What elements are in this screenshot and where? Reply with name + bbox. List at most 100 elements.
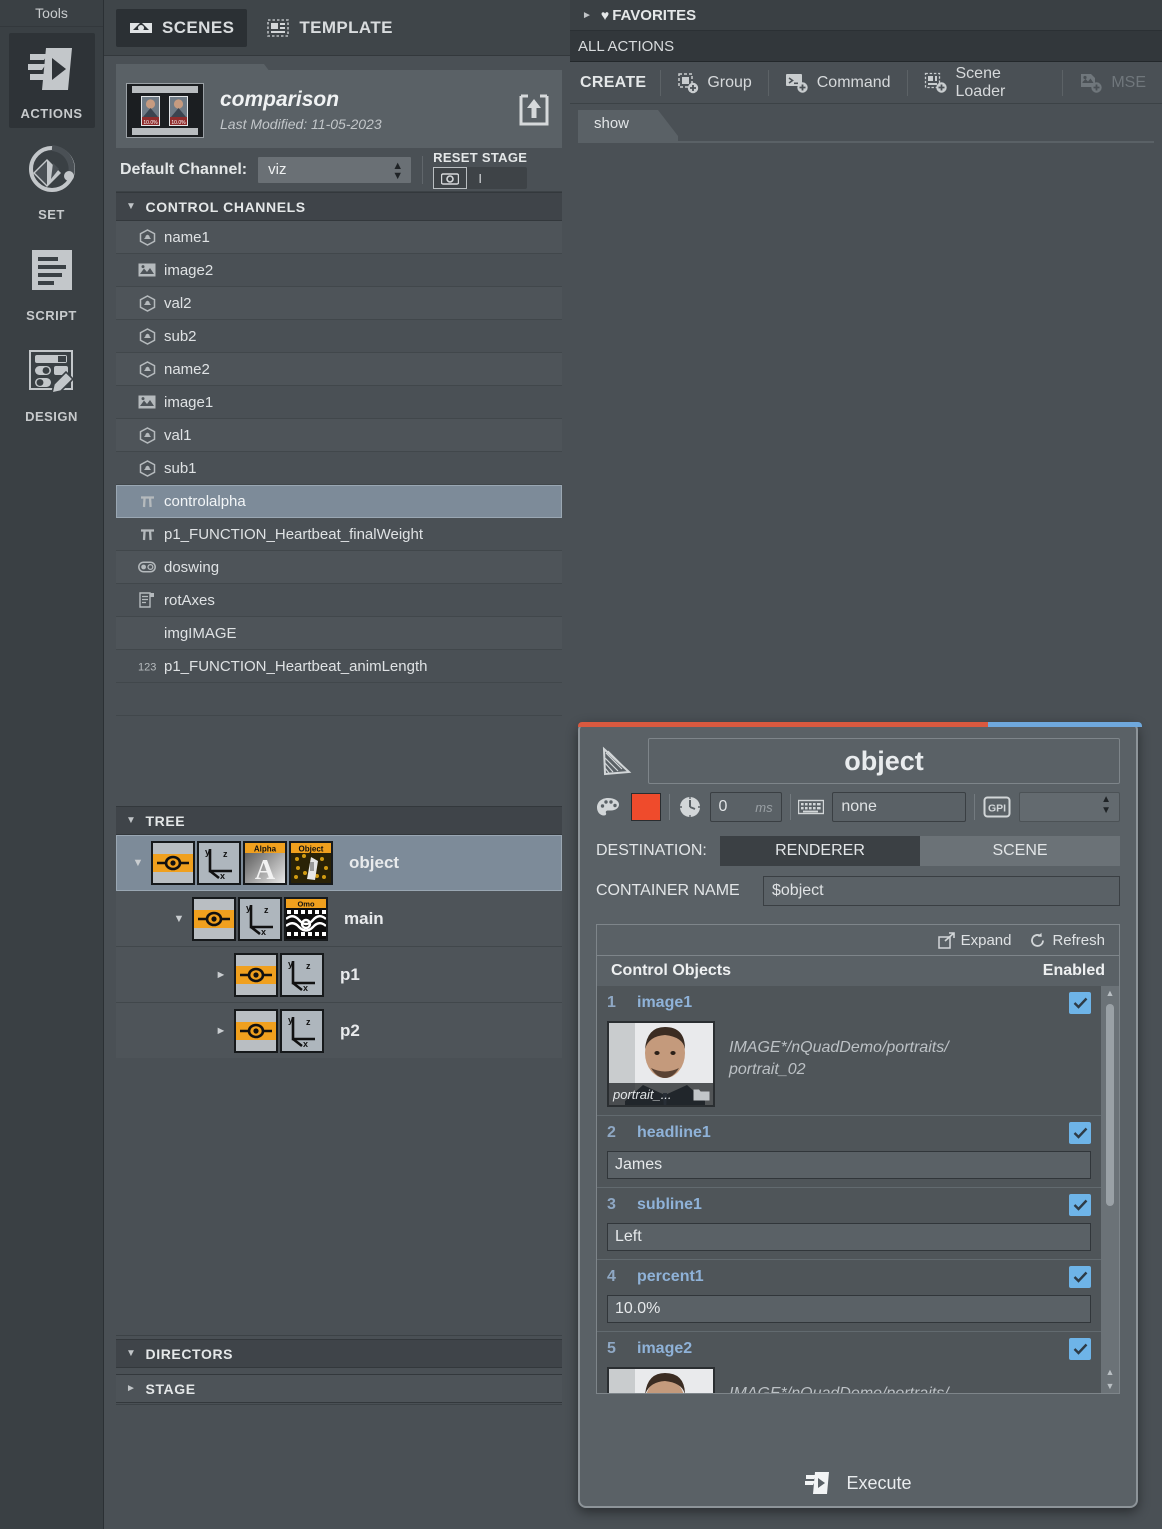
tool-item-script[interactable]: SCRIPT (9, 235, 95, 330)
control-channel-item[interactable]: sub1 (116, 452, 562, 485)
create-scene-loader-button[interactable]: Scene Loader (908, 65, 1063, 101)
object-icon[interactable]: Object (289, 841, 333, 885)
tool-item-script-label: SCRIPT (9, 308, 95, 323)
tool-item-actions[interactable]: ACTIONS (9, 33, 95, 128)
control-object-text-input[interactable]: Left (607, 1223, 1091, 1251)
caret-right-icon[interactable]: ► (208, 1025, 234, 1037)
tree-node-main[interactable]: ▼ yzxOmomain (116, 891, 562, 947)
destination-scene-button[interactable]: SCENE (920, 836, 1120, 866)
section-header-tree[interactable]: ▼ TREE (116, 806, 562, 835)
shortcut-input[interactable]: none (832, 792, 966, 822)
create-command-button[interactable]: Command (769, 72, 907, 94)
svg-text:123: 123 (138, 662, 156, 674)
svg-text:x: x (261, 927, 266, 937)
visibility-icon[interactable] (234, 1009, 278, 1053)
control-channel-item[interactable]: doswing (116, 551, 562, 584)
axis-icon[interactable]: yzx (238, 897, 282, 941)
tree-node-label: main (344, 909, 384, 929)
caret-right-icon[interactable]: ► (208, 969, 234, 981)
container-name-input[interactable]: $object (763, 876, 1120, 906)
caret-down-icon[interactable]: ▼ (125, 857, 151, 869)
create-mse-button[interactable]: MSE (1063, 72, 1162, 94)
tree-node-p2[interactable]: ►yzxp2 (116, 1003, 562, 1059)
control-channel-item[interactable]: name2 (116, 353, 562, 386)
execute-button[interactable]: Execute (580, 1470, 1136, 1496)
omo-icon[interactable]: Omo (284, 897, 328, 941)
all-actions-header[interactable]: ALL ACTIONS (570, 31, 1162, 62)
tool-item-design[interactable]: DESIGN (9, 336, 95, 431)
control-object-row[interactable]: 5image2 IMAGE*/nQuadDemo/portraits/ (597, 1332, 1101, 1393)
destination-renderer-button[interactable]: RENDERER (720, 836, 920, 866)
dialog-title-value: object (844, 746, 924, 777)
tab-template[interactable]: TEMPLATE (253, 9, 406, 47)
section-header-stage[interactable]: ► STAGE (116, 1374, 562, 1403)
tree-node-p1[interactable]: ►yzxp1 (116, 947, 562, 1003)
control-channel-item[interactable]: imgIMAGE (116, 617, 562, 650)
control-channel-item[interactable]: name1 (116, 221, 562, 254)
control-object-enabled-checkbox[interactable] (1069, 1266, 1091, 1288)
control-object-text-input[interactable]: James (607, 1151, 1091, 1179)
control-object-thumbnail[interactable]: portrait_... (607, 1021, 715, 1107)
control-channel-item[interactable]: val2 (116, 287, 562, 320)
control-channel-item[interactable]: p1_FUNCTION_Heartbeat_finalWeight (116, 518, 562, 551)
control-channel-item[interactable]: image1 (116, 386, 562, 419)
section-header-stage-label: STAGE (146, 1381, 196, 1397)
tool-item-design-label: DESIGN (9, 409, 95, 424)
tab-scenes[interactable]: SCENES (116, 9, 247, 47)
control-channel-item[interactable]: 123p1_FUNCTION_Heartbeat_animLength (116, 650, 562, 683)
control-object-row[interactable]: 3subline1Left (597, 1188, 1101, 1260)
control-channel-item[interactable]: val1 (116, 419, 562, 452)
folder-icon[interactable] (693, 1088, 710, 1101)
control-channel-item[interactable]: rotAxes (116, 584, 562, 617)
show-tab[interactable]: show (578, 110, 678, 142)
visibility-icon[interactable] (234, 953, 278, 997)
favorites-header[interactable]: ► ♥ FAVORITES (570, 0, 1162, 31)
axis-icon[interactable]: yzx (197, 841, 241, 885)
color-swatch[interactable] (631, 793, 661, 821)
object-action-dialog: object 0 ms (578, 722, 1138, 1508)
scroll-down-arrow-icon[interactable]: ▼ (1101, 1379, 1119, 1393)
control-object-enabled-checkbox[interactable] (1069, 1122, 1091, 1144)
control-object-text-input[interactable]: 10.0% (607, 1295, 1091, 1323)
control-channel-item[interactable]: sub2 (116, 320, 562, 353)
scroll-up-arrow-icon[interactable]: ▲ (1101, 986, 1119, 1000)
delay-input[interactable]: 0 ms (710, 792, 782, 822)
palette-icon[interactable] (596, 796, 622, 818)
expand-button[interactable]: Expand (938, 932, 1012, 949)
control-object-row[interactable]: 2headline1James (597, 1116, 1101, 1188)
refresh-button[interactable]: Refresh (1029, 932, 1105, 949)
control-object-name: subline1 (637, 1196, 702, 1214)
tree-node-object[interactable]: ▼yzxAlphaAObjectobject (116, 835, 562, 891)
axis-icon[interactable]: yzx (280, 1009, 324, 1053)
alpha-icon[interactable]: AlphaA (243, 841, 287, 885)
control-object-row[interactable]: 4percent110.0% (597, 1260, 1101, 1332)
action-canvas[interactable] (1140, 156, 1162, 1529)
svg-text:z: z (306, 961, 311, 971)
tool-item-set[interactable]: SET (9, 134, 95, 229)
section-header-control-channels[interactable]: ▼ CONTROL CHANNELS (116, 192, 562, 221)
visibility-icon[interactable] (192, 897, 236, 941)
control-object-enabled-checkbox[interactable] (1069, 992, 1091, 1014)
reset-stage-snapshot-button[interactable] (433, 167, 467, 189)
control-object-enabled-checkbox[interactable] (1069, 1338, 1091, 1360)
control-objects-scrollbar[interactable]: ▲ ▲ ▼ (1101, 986, 1119, 1393)
control-object-thumbnail[interactable] (607, 1367, 715, 1393)
create-group-button[interactable]: Group (661, 72, 767, 94)
control-channel-item[interactable]: controlalpha (116, 485, 562, 518)
control-channel-item[interactable]: image2 (116, 254, 562, 287)
control-object-row[interactable]: 1image1 portrait_...IMAGE*/nQuadDemo/por… (597, 986, 1101, 1116)
section-header-directors[interactable]: ▼ DIRECTORS (116, 1339, 562, 1368)
control-object-enabled-checkbox[interactable] (1069, 1194, 1091, 1216)
reset-stage-reset-button[interactable]: I (467, 167, 493, 189)
gpi-select[interactable]: ▲▼ (1019, 792, 1120, 822)
scroll-up-arrow-icon-bottom[interactable]: ▲ (1101, 1365, 1119, 1379)
upload-icon[interactable] (516, 92, 552, 128)
axis-icon[interactable]: yzx (280, 953, 324, 997)
scrollbar-thumb[interactable] (1106, 1004, 1114, 1206)
dialog-title-input[interactable]: object (648, 738, 1120, 784)
show-tab-row: show (570, 104, 1162, 140)
visibility-icon[interactable] (151, 841, 195, 885)
caret-down-icon[interactable]: ▼ (166, 913, 192, 925)
clock-icon (678, 795, 702, 819)
default-channel-select[interactable]: viz ▲▼ (257, 156, 412, 184)
